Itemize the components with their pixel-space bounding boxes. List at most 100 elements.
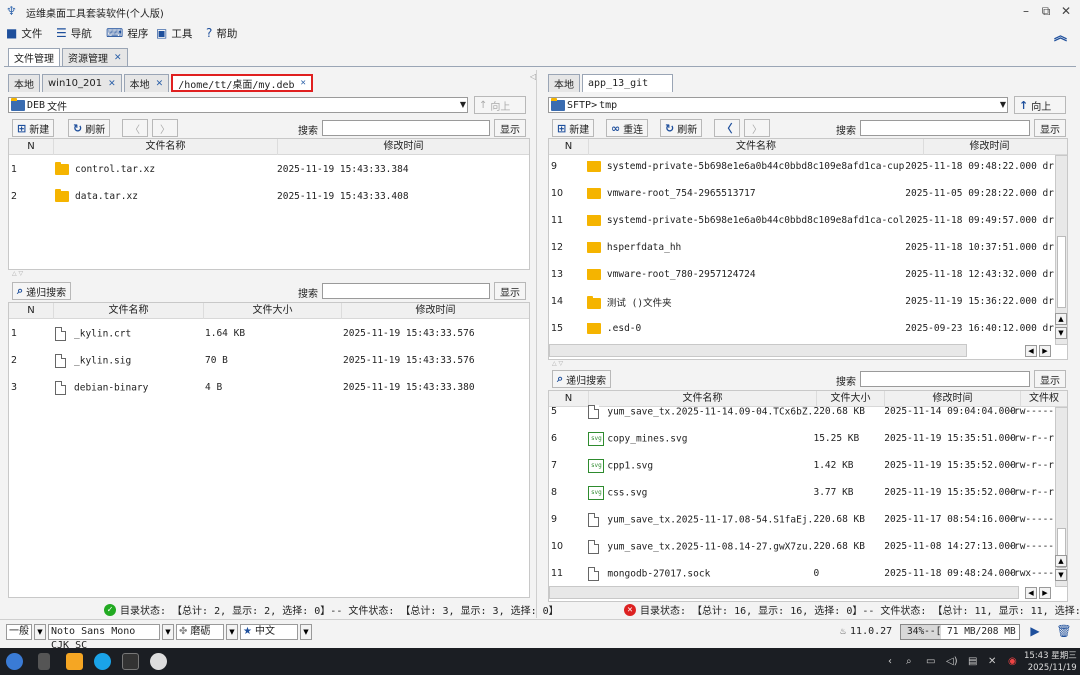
tray-network-icon[interactable]: ✕ [988, 656, 996, 667]
col-name[interactable]: 文件名称 [54, 138, 278, 155]
tab-app-13-git[interactable]: app_13_git [582, 74, 674, 92]
right-search-input-2[interactable] [860, 371, 1030, 387]
table-row[interactable]: 2 data.tar.xz 2025-11-19 15:43:33.408 [9, 183, 529, 210]
menu-file[interactable]: ■ 文件 [6, 25, 42, 41]
pane-splitter[interactable] [536, 70, 537, 618]
trash-icon[interactable]: 🗑 [1056, 624, 1072, 640]
table-row[interactable]: 3 debian-binary 4 B 2025-11-19 15:43:33.… [9, 374, 529, 401]
dropdown-icon[interactable]: ▼ [162, 624, 174, 640]
scrollbar-thumb[interactable] [1057, 236, 1066, 308]
path-dropdown-icon[interactable]: ▼ [456, 97, 470, 113]
left-forward-button[interactable]: 〉 [152, 119, 178, 137]
tray-desktop-icon[interactable]: ▤ [968, 656, 977, 667]
col-mtime[interactable]: 修改时间 [342, 303, 529, 319]
table-row[interactable]: 13 vmware-root_780-2957124724 2025-11-18 1… [549, 261, 1054, 288]
table-row[interactable]: 5 yum_save_tx.2025-11-14.09-04.TCx6bZ.yum… [549, 398, 1054, 425]
restore-icon[interactable]: ⧉ [1038, 4, 1054, 19]
menu-program[interactable]: ⌨ 程序 [106, 25, 148, 41]
table-row[interactable]: 11 systemd-private-5b698e1e6a0b44c0bbd8c1… [549, 207, 1054, 234]
table-row[interactable]: 10 yum_save_tx.2025-11-08.14-27.gwX7zu.yu… [549, 533, 1054, 560]
browser-icon[interactable] [94, 653, 111, 670]
tab-local[interactable]: 本地 [8, 74, 40, 92]
splitter-handle-icon[interactable]: △ ▽ [12, 270, 23, 277]
table-row[interactable]: 9 systemd-private-5b698e1e6a0b44c0bbd8c10… [549, 153, 1054, 180]
close-tab-icon[interactable]: ✕ [301, 78, 306, 88]
menu-help[interactable]: ? 帮助 [206, 25, 237, 41]
tray-search-icon[interactable]: ⌕ [906, 656, 912, 667]
file-manager-icon[interactable] [66, 653, 83, 670]
scroll-up-icon[interactable]: ▲ [1055, 555, 1067, 567]
splitter-handle-icon[interactable]: △ ▽ [552, 360, 563, 367]
theme-select[interactable]: ✤ 磨砺 [176, 624, 224, 640]
language-select[interactable]: ★ 中文 [240, 624, 298, 640]
right-refresh-button[interactable]: ↻ 刷新 [660, 119, 703, 137]
right-path-field[interactable]: SFTP> tmp [548, 97, 1008, 113]
table-row[interactable]: 9 yum_save_tx.2025-11-17.08-54.S1faEj.yum… [549, 506, 1054, 533]
dropdown-icon[interactable]: ▼ [300, 624, 312, 640]
close-tab-icon[interactable]: ✕ [114, 53, 122, 63]
left-back-button[interactable]: 〈 [122, 119, 148, 137]
table-row[interactable]: 2 _kylin.sig 70 B 2025-11-19 15:43:33.57… [9, 347, 529, 374]
close-icon[interactable]: ✕ [1058, 4, 1074, 18]
table-row[interactable]: 11 mongodb-27017.sock 0 2025-11-18 09:48:24… [549, 560, 1054, 587]
close-tab-icon[interactable]: ✕ [108, 79, 116, 89]
right-forward-button[interactable]: 〉 [744, 119, 770, 137]
tab-resource-manager[interactable]: 资源管理 ✕ [62, 48, 128, 66]
collapse-up-icon[interactable]: ︽ [1054, 25, 1067, 44]
font-select[interactable]: Noto Sans Mono CJK SC [48, 624, 160, 651]
scroll-left-icon[interactable]: ◀ [1025, 345, 1037, 357]
dropdown-icon[interactable]: ▼ [34, 624, 46, 640]
right-reconnect-button[interactable]: ∞ 重连 [606, 119, 649, 137]
tab-file-manager[interactable]: 文件管理 [8, 48, 60, 66]
horizontal-scrollbar[interactable] [549, 344, 967, 357]
path-dropdown-icon[interactable]: ▼ [996, 97, 1010, 113]
left-refresh-button[interactable]: ↻ 刷新 [68, 119, 111, 137]
play-icon[interactable]: ▶ [1026, 624, 1044, 640]
multitask-icon[interactable] [38, 653, 50, 670]
col-n[interactable]: N [9, 302, 54, 319]
table-row[interactable]: 10 vmware-root_754-2965513717 2025-11-05 0… [549, 180, 1054, 207]
right-new-button[interactable]: ⊞ 新建 [552, 119, 595, 137]
scroll-up-icon[interactable]: ▲ [1055, 313, 1067, 325]
menu-tools[interactable]: ▣ 工具 [156, 25, 192, 41]
tab-local[interactable]: 本地 [548, 74, 580, 92]
scroll-down-icon[interactable]: ▼ [1055, 327, 1067, 339]
right-back-button[interactable]: 〈 [714, 119, 740, 137]
menu-nav[interactable]: ☰ 导航 [56, 25, 92, 41]
scroll-right-icon[interactable]: ▶ [1039, 587, 1051, 599]
right-search-input[interactable] [860, 120, 1030, 136]
right-show-button[interactable]: 显示 [1034, 119, 1066, 137]
left-recursive-search-button[interactable]: ⌕ 递归搜索 [12, 282, 72, 300]
right-up-button[interactable]: ↑ 向上 [1014, 96, 1066, 114]
table-row[interactable]: 14 测试 ()文件夹 2025-11-19 15:36:22.000 dr [549, 288, 1054, 315]
left-show-button-2[interactable]: 显示 [494, 282, 526, 300]
left-path-field[interactable]: DEB 文件 [8, 97, 468, 113]
dropdown-icon[interactable]: ▼ [226, 624, 238, 640]
right-show-button-2[interactable]: 显示 [1034, 370, 1066, 388]
horizontal-scrollbar[interactable] [549, 586, 1019, 599]
table-row[interactable]: 8 svg css.svg 3.77 KB 2025-11-19 15:35:52.00… [549, 479, 1054, 506]
close-tab-icon[interactable]: ✕ [156, 79, 164, 89]
col-size[interactable]: 文件大小 [204, 302, 342, 319]
left-search-input-2[interactable] [322, 283, 490, 299]
col-mtime[interactable]: 修改时间 [278, 139, 529, 155]
minimize-icon[interactable]: – [1018, 4, 1034, 18]
col-name[interactable]: 文件名称 [54, 302, 204, 319]
left-show-button[interactable]: 显示 [494, 119, 526, 137]
tray-chevron-icon[interactable]: ‹ [888, 656, 892, 667]
mode-select[interactable]: 一般 [6, 624, 32, 640]
memory-bar[interactable]: 34%--[ 71 MB/208 MB ] [900, 624, 1020, 640]
start-icon[interactable] [6, 653, 23, 670]
terminal-icon[interactable] [122, 653, 139, 670]
table-row[interactable]: 6 svg copy_mines.svg 15.25 KB 2025-11-19 15:… [549, 425, 1054, 452]
tab-local-2[interactable]: 本地 ✕ [123, 74, 170, 92]
table-row[interactable]: 1 _kylin.crt 1.64 KB 2025-11-19 15:43:33… [9, 320, 529, 347]
col-n[interactable]: N [9, 138, 54, 155]
clock[interactable]: 15:43 星期三 2025/11/19 [1024, 650, 1077, 674]
tray-window-icon[interactable]: ▭ [926, 656, 935, 667]
tab-win10[interactable]: win10_201 ✕ [42, 74, 122, 92]
scroll-left-icon[interactable]: ◀ [1025, 587, 1037, 599]
right-recursive-search-button[interactable]: ⌕ 递归搜索 [552, 370, 612, 388]
left-search-input[interactable] [322, 120, 490, 136]
left-new-button[interactable]: ⊞ 新建 [12, 119, 55, 137]
